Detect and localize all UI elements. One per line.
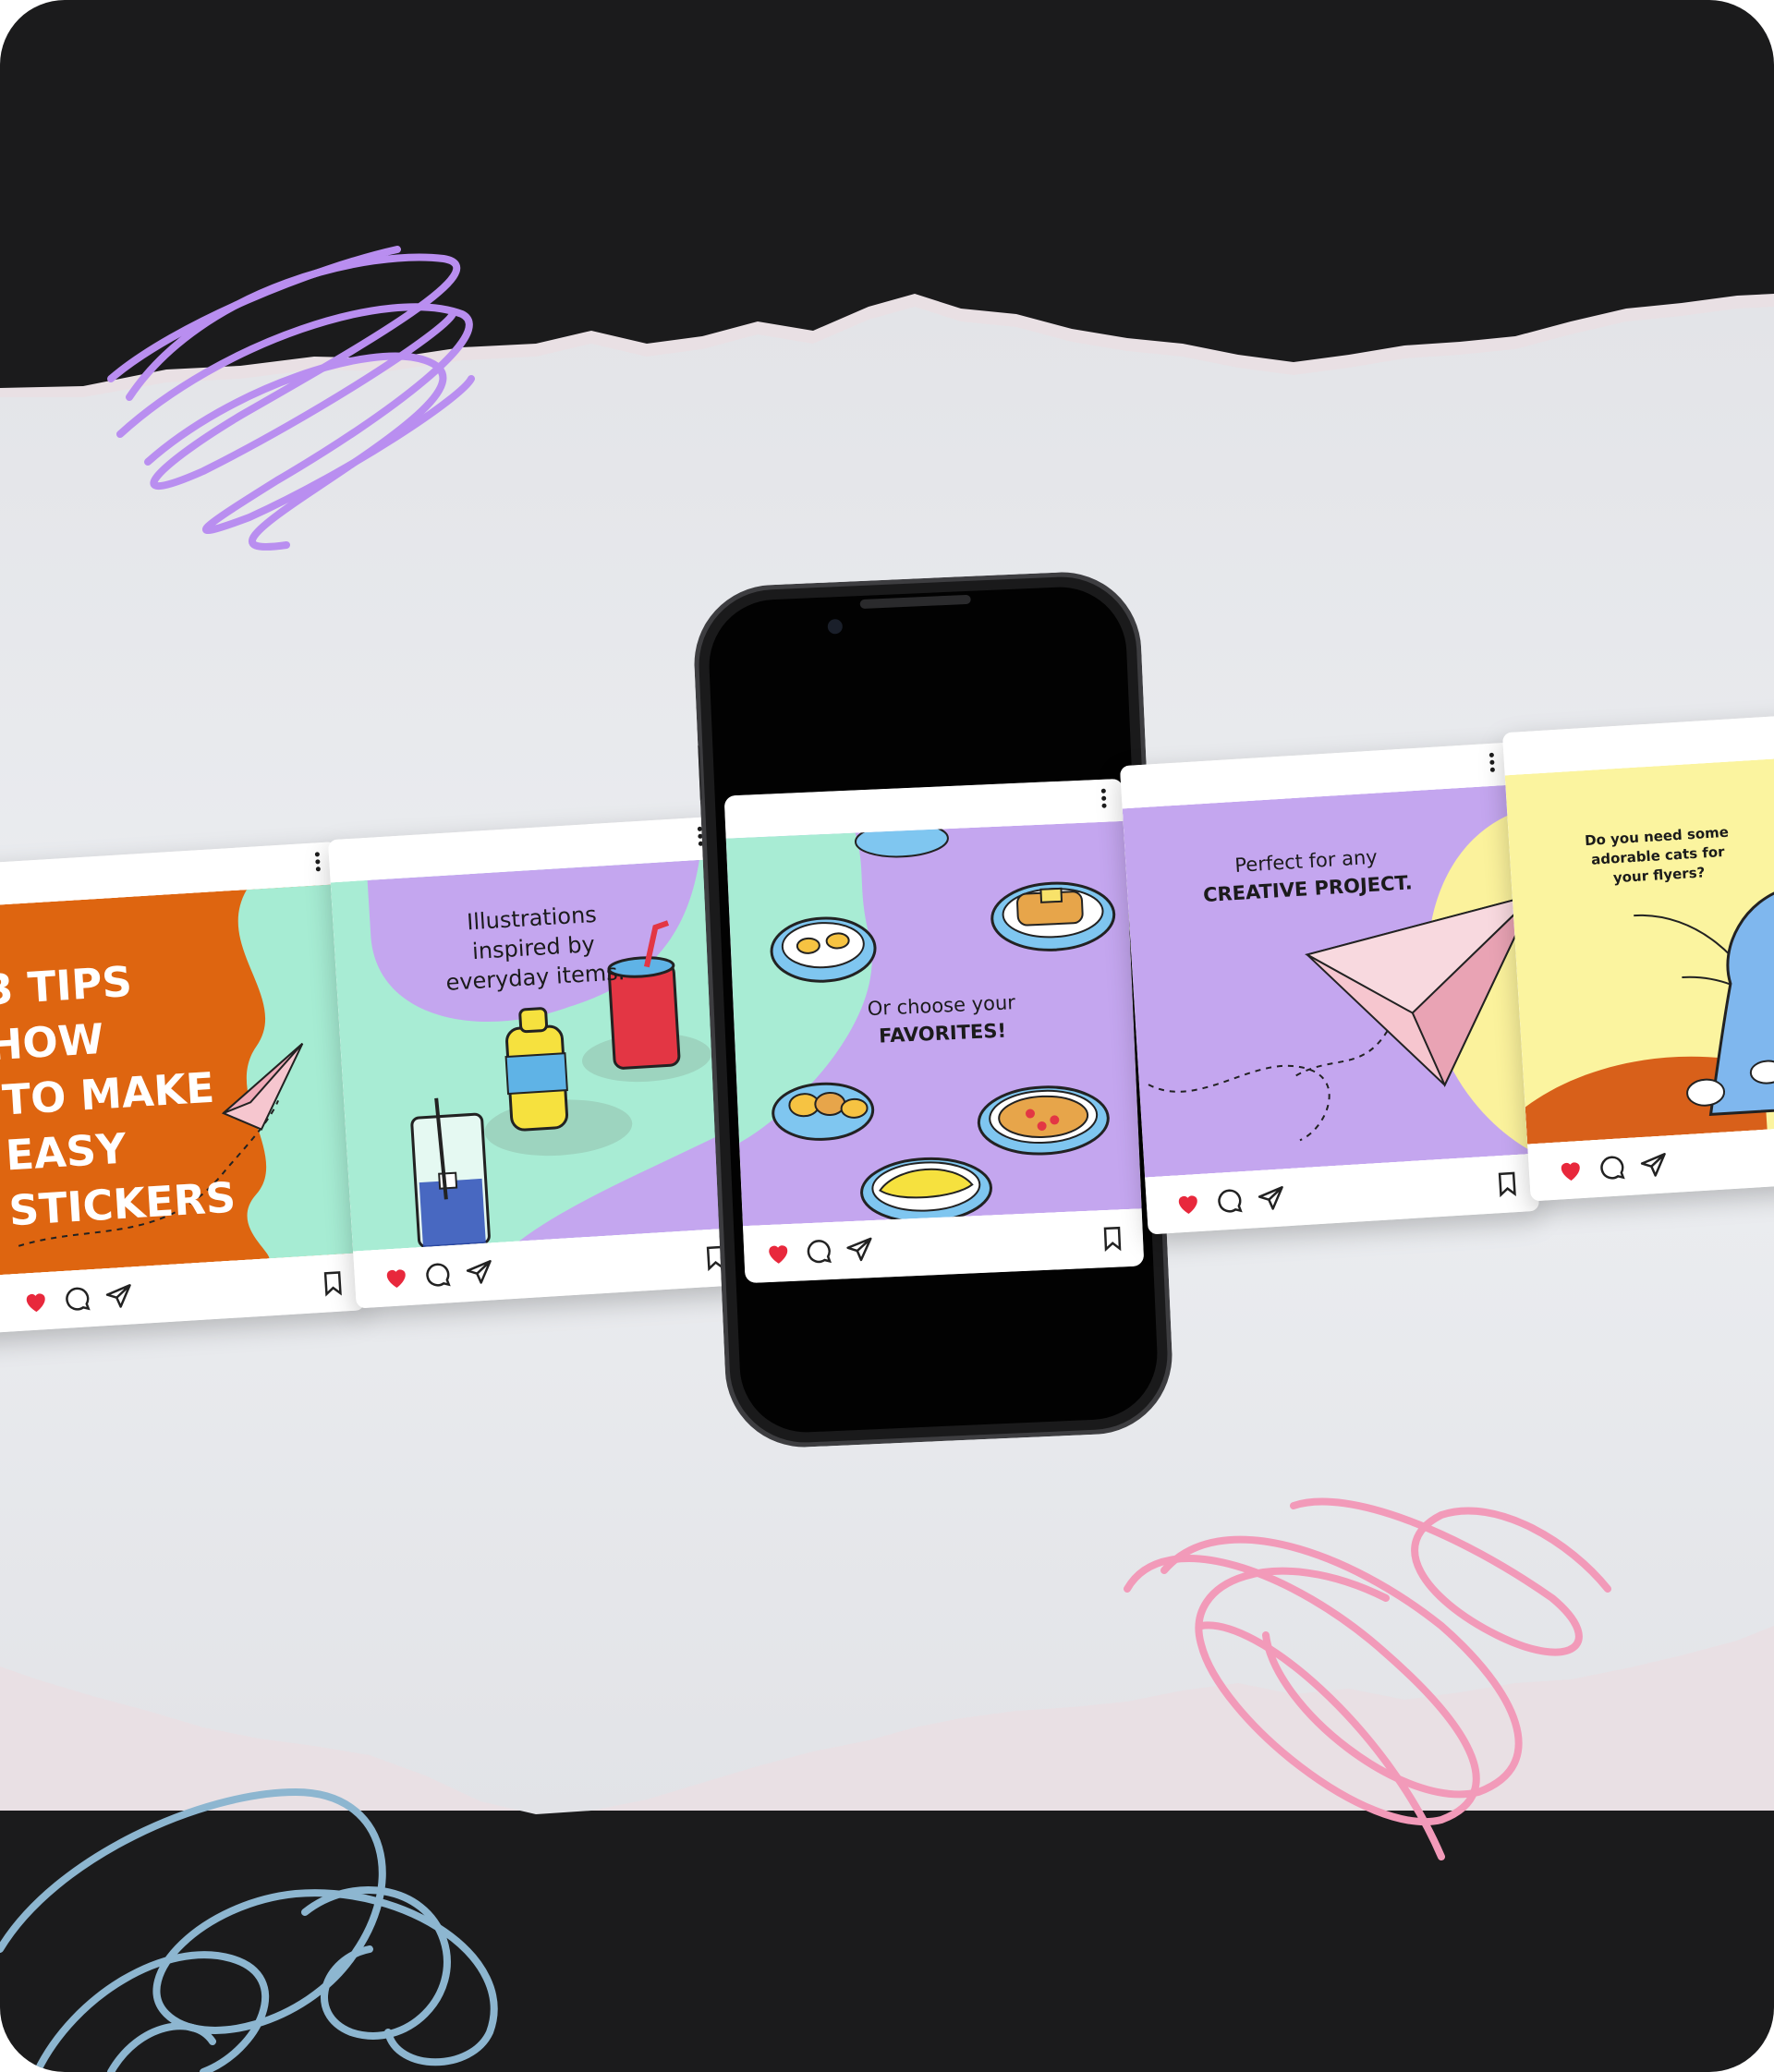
- share-icon[interactable]: [1257, 1183, 1286, 1213]
- share-icon[interactable]: [1639, 1150, 1669, 1180]
- post-image: [1122, 784, 1537, 1178]
- heart-icon[interactable]: [1556, 1156, 1586, 1185]
- post-card-illustrations[interactable]: Illustrations inspired by everyday items…: [327, 816, 748, 1309]
- more-icon[interactable]: [1100, 788, 1108, 811]
- comment-icon[interactable]: [423, 1260, 453, 1290]
- comment-icon[interactable]: [1215, 1186, 1245, 1216]
- scribble-pink: [1124, 1497, 1611, 1860]
- post-card-tips[interactable]: 3 TIPS HOW TO MAKE EASY STICKERS: [0, 842, 366, 1335]
- tips-headline: 3 TIPS HOW TO MAKE EASY STICKERS: [0, 956, 237, 1236]
- post-card-cats[interactable]: Do you need some adorable cats for your …: [1501, 709, 1774, 1202]
- post-card-creative[interactable]: Perfect for any CREATIVE PROJECT.: [1119, 742, 1540, 1235]
- share-icon[interactable]: [465, 1257, 494, 1287]
- comment-icon[interactable]: [63, 1284, 92, 1314]
- post-image: [1504, 751, 1774, 1145]
- bookmark-icon[interactable]: [1098, 1224, 1126, 1253]
- favorites-caption: Or choose your FAVORITES!: [867, 991, 1016, 1048]
- bookmark-icon[interactable]: [318, 1268, 347, 1298]
- heart-icon[interactable]: [1173, 1189, 1203, 1218]
- comment-icon[interactable]: [805, 1237, 833, 1266]
- bookmark-icon[interactable]: [1492, 1169, 1522, 1199]
- paper-plane-illustration: [1122, 784, 1537, 1178]
- mockup-canvas: 3 TIPS HOW TO MAKE EASY STICKERS Illustr…: [0, 0, 1774, 2072]
- smartphone-mockup: Or choose your FAVORITES!: [691, 569, 1175, 1450]
- heart-icon[interactable]: [21, 1287, 51, 1316]
- post-card-favorites[interactable]: Or choose your FAVORITES!: [723, 778, 1145, 1284]
- scribble-blue: [0, 1787, 498, 2072]
- cat-illustration: [1504, 751, 1774, 1145]
- share-icon[interactable]: [104, 1281, 134, 1311]
- heart-icon[interactable]: [764, 1239, 793, 1267]
- comment-icon[interactable]: [1598, 1153, 1627, 1182]
- scribble-purple: [107, 246, 475, 551]
- share-icon[interactable]: [845, 1235, 874, 1264]
- illustrations-caption: Illustrations inspired by everyday items…: [444, 901, 626, 996]
- cats-caption: Do you need some adorable cats for your …: [1584, 823, 1730, 887]
- heart-icon[interactable]: [382, 1263, 411, 1292]
